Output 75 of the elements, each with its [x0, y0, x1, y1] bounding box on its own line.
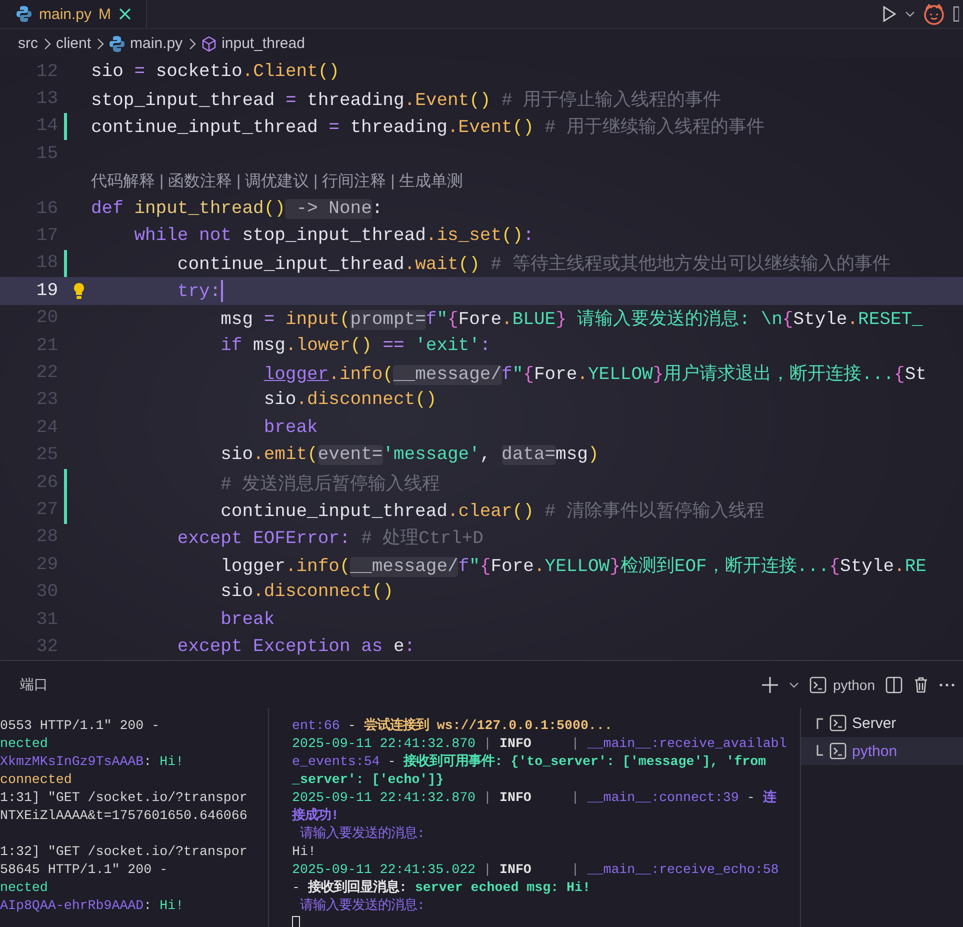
terminal-line: 1:31] "GET /socket.io/?transpor [0, 789, 248, 807]
terminal-line: NTXEiZlAAAA&t=1757601650.646066 [0, 807, 248, 825]
terminal-line: - 接收到回显消息: server echoed msg: Hi! [292, 879, 592, 897]
code-line: continue_input_thread = threading.Event() # 用于继续输入线程的事件 [91, 116, 764, 138]
breadcrumb-item[interactable]: src [18, 35, 38, 52]
terminal-line: e_events:54 - 接收到可用事件: {'to_server': ['message'], 'from [292, 753, 768, 771]
code-line: msg = input(prompt=f"{Fore.BLUE} 请输入要发送的消息: \n{Style.RESET_ [220, 308, 923, 330]
chevron-right-icon [188, 38, 196, 50]
terminal-line: 0553 HTTP/1.1" 200 - [0, 717, 161, 735]
terminal-line: XkmzMKsInGz9TsAAAB: Hi! [0, 753, 185, 771]
terminal-cursor [292, 916, 300, 927]
terminal-line: nected [0, 735, 49, 753]
trash-icon[interactable] [913, 676, 929, 694]
terminal-line: 请输入要发送的消息: [298, 897, 426, 915]
terminal-line: connected [0, 771, 73, 789]
cat-face-icon[interactable] [923, 3, 945, 25]
code-line: logger.info(__message/f"{Fore.YELLOW}检测到EOF，断开连接...{Style.RE [220, 555, 926, 577]
code-line: sio.disconnect() [262, 390, 437, 410]
terminal-line: 58645 HTTP/1.1" 200 - [0, 861, 169, 879]
code-line: continue_input_thread.clear() # 清除事件以暂停输入线程 [220, 500, 764, 522]
shell-label[interactable]: python [832, 676, 875, 692]
code-line: continue_input_thread.wait() # 等待主线程或其他地方发出可以继续输入的事件 [176, 252, 890, 276]
tab-filename: main.py [39, 6, 92, 22]
chevron-right-icon [96, 38, 104, 50]
terminal-line: 2025-09-11 22:41:35.022 | INFO | __main__:receive_echo:58 [292, 861, 780, 879]
terminal-line: 接成功! [292, 807, 340, 825]
python-file-icon [109, 34, 126, 52]
terminal-icon[interactable] [808, 676, 827, 694]
plus-icon[interactable] [760, 676, 779, 694]
terminal-line: 1:32] "GET /socket.io/?transpor [0, 843, 248, 861]
chevron-down-icon[interactable] [905, 10, 915, 18]
code-line: sio.disconnect() [220, 582, 394, 602]
code-line: sio = socketio.Client() [91, 62, 340, 82]
terminal-line: Hi! [292, 843, 317, 861]
codelens-actions[interactable]: 代码解释 | 函数注释 | 调优建议 | 行间注释 | 生成单测 [91, 170, 464, 192]
lightbulb-icon[interactable] [73, 282, 85, 300]
panel-tab[interactable]: 端口 [20, 676, 48, 694]
code-line: except Exception as e: [176, 636, 416, 657]
terminal-icon [829, 714, 847, 732]
code-line: while not stop_input_thread.is_set(): [133, 226, 534, 246]
chevron-right-icon [43, 38, 51, 50]
split-terminal-icon[interactable] [885, 676, 903, 694]
code-line: sio.emit(event='message', data=msg) [220, 445, 599, 466]
code-line: try: [176, 280, 223, 302]
more-actions-icon[interactable] [939, 682, 955, 686]
terminal-line: 2025-09-11 22:41:32.870 | INFO | __main__:connect:39 - 连 [292, 789, 778, 807]
terminal-list-item[interactable]: Server [801, 709, 963, 737]
breadcrumb-item[interactable]: input_thread [222, 35, 305, 52]
run-icon[interactable] [881, 5, 897, 23]
terminal-line: ent:66 - 尝试连接到 ws://127.0.0.1:5000... [292, 717, 614, 735]
terminal-list-item[interactable]: python [801, 737, 963, 765]
line-number: 19 [35, 280, 58, 301]
breadcrumb-item[interactable]: main.py [130, 35, 183, 52]
terminal-line: 请输入要发送的消息: [298, 825, 426, 843]
terminal-line: nected [0, 879, 49, 897]
code-line: # 发送消息后暂停输入线程 [220, 473, 440, 495]
close-icon[interactable] [118, 7, 132, 21]
code-line: logger.info(__message/f"{Fore.YELLOW}用户请求退出，断开连接...{St [262, 362, 926, 385]
terminal-line: 2025-09-11 22:41:32.870 | INFO | __main__:receive_availabl [292, 735, 788, 753]
code-line: if msg.lower() == 'exit': [220, 336, 491, 356]
chevron-down-icon[interactable] [788, 680, 799, 688]
python-file-icon [16, 5, 32, 23]
tree-end-icon [816, 745, 824, 757]
breadcrumb-item[interactable]: client [56, 35, 92, 52]
terminal-line: AIp8QAA-ehrRb9AAAD: Hi! [0, 897, 185, 915]
code-line: stop_input_thread = threading.Event() # 用于停止输入线程的事件 [91, 89, 722, 112]
code-line: except EOFError: # 处理Ctrl+D [176, 527, 484, 550]
terminal-line: _server': ['echo']} [292, 771, 445, 789]
terminal-icon [829, 742, 847, 760]
code-line: def input_thread() -> None: [91, 198, 383, 219]
git-status-label: M [98, 6, 112, 22]
code-line: break [262, 418, 318, 438]
code-line: break [220, 610, 275, 630]
cube-icon [200, 36, 217, 52]
tree-corner-icon [816, 717, 824, 729]
